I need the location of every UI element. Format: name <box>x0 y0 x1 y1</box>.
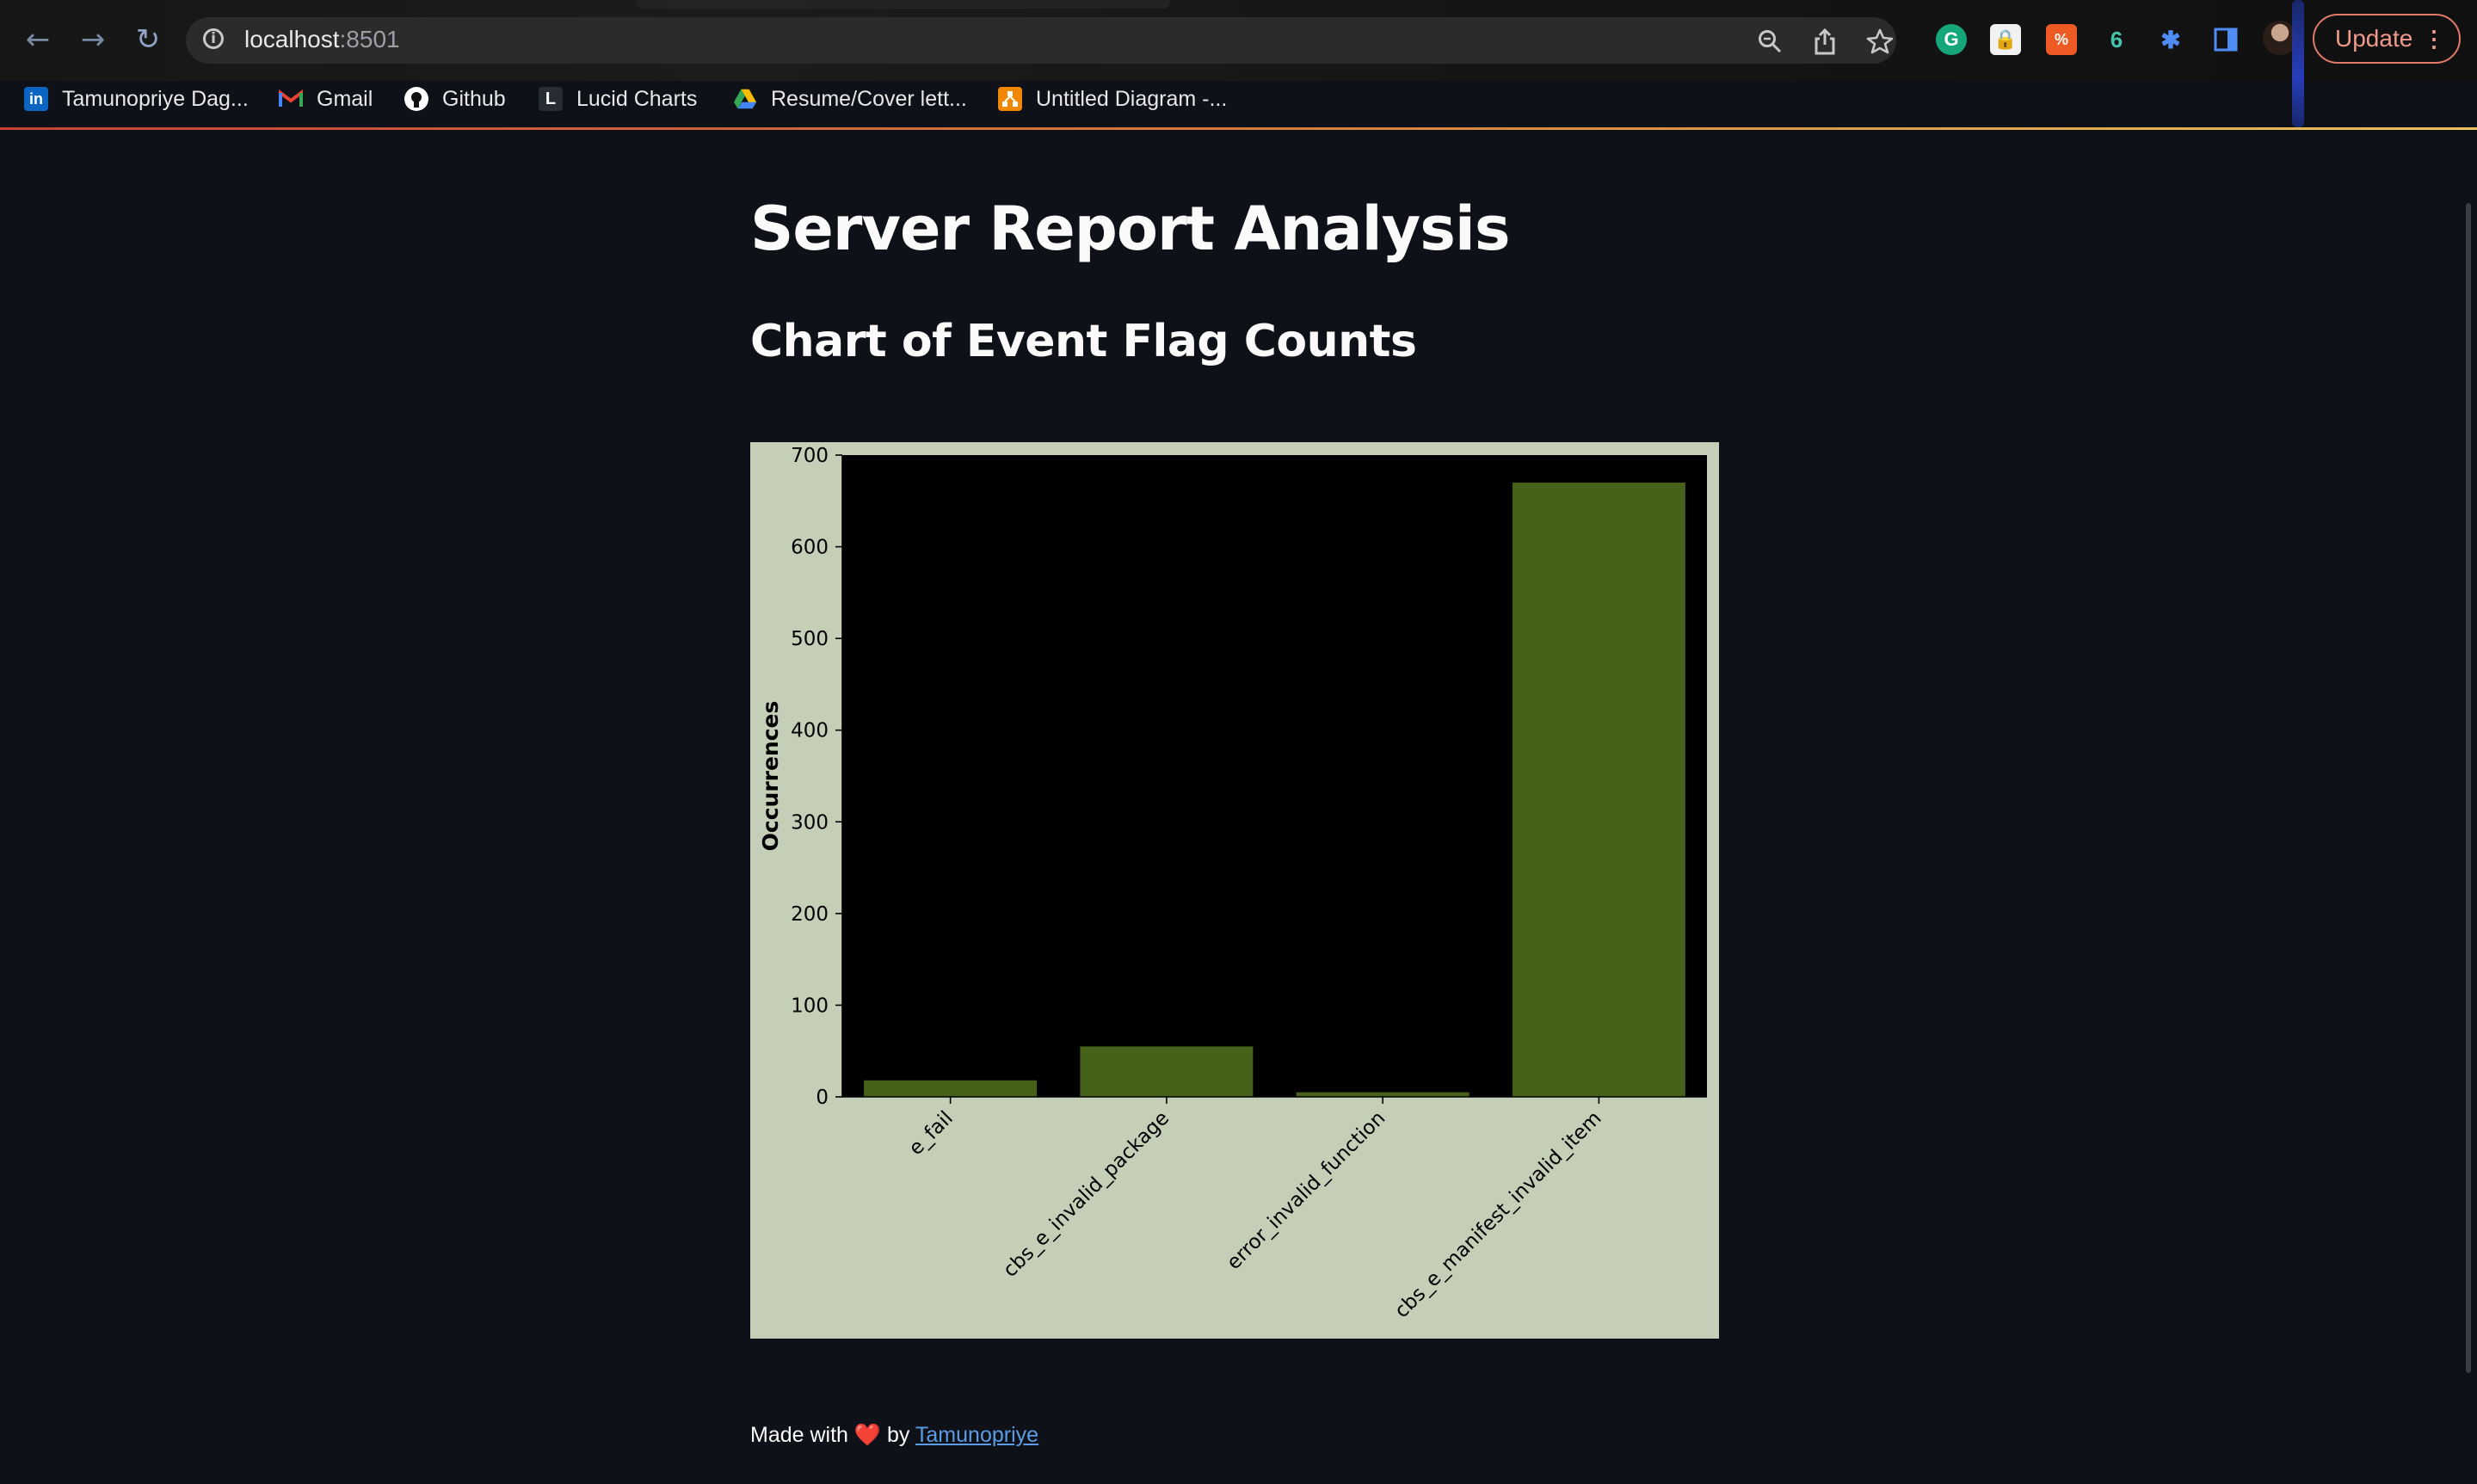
y-tick-label: 300 <box>791 811 829 834</box>
bar-cbs_e_invalid_package <box>1080 1046 1254 1097</box>
translate-extension-icon[interactable]: % <box>2046 24 2077 55</box>
drawio-icon <box>998 87 1022 111</box>
page-scrollbar[interactable] <box>2466 203 2471 1373</box>
footer-prefix: Made with <box>750 1423 848 1447</box>
bookmark-lucid-charts[interactable]: L Lucid Charts <box>539 81 697 117</box>
zoom-icon[interactable] <box>1755 27 1784 56</box>
side-panel-icon[interactable] <box>2210 24 2241 55</box>
page-title: Server Report Analysis <box>750 194 1511 264</box>
y-tick-label: 600 <box>791 537 829 559</box>
bookmark-label: Lucid Charts <box>576 86 698 111</box>
bookmark-label: Gmail <box>317 86 373 111</box>
linkedin-icon: in <box>24 87 48 111</box>
tab-strip <box>637 0 1170 9</box>
y-axis-label: Occurrences <box>758 701 783 852</box>
streamlit-app: Server Report Analysis Chart of Event Fl… <box>0 130 2477 1484</box>
y-tick-label: 500 <box>791 628 829 650</box>
bookmark-untitled-diagram[interactable]: Untitled Diagram -... <box>998 81 1227 117</box>
browser-toolbar: ← → ↻ i localhost:8501 G 🔒 % 6 ✱ Update <box>0 0 2477 81</box>
footer-by: by <box>887 1423 910 1447</box>
openai-extension-icon[interactable]: 6 <box>2101 24 2132 55</box>
author-link[interactable]: Tamunopriye <box>915 1423 1038 1447</box>
bookmark-github[interactable]: Github <box>404 81 506 117</box>
update-button[interactable]: Update ⋮ <box>2313 14 2461 64</box>
bookmark-label: Untitled Diagram -... <box>1036 86 1228 111</box>
bookmark-label: Tamunopriye Dag... <box>62 86 249 111</box>
y-tick-label: 400 <box>791 720 829 742</box>
bar-e_fail <box>864 1080 1038 1097</box>
bar-chart: e_fail cbs_e_invalid_package error_invalid… <box>758 445 1707 1322</box>
x-tick-label: cbs_e_invalid_package <box>999 1107 1174 1282</box>
github-icon <box>404 87 428 111</box>
bookmark-label: Resume/Cover lett... <box>771 86 967 111</box>
bar-cbs_e_manifest_invalid_item <box>1512 482 1685 1097</box>
lock-extension-icon[interactable]: 🔒 <box>1990 24 2021 55</box>
bookmark-star-icon[interactable] <box>1865 27 1895 56</box>
grammarly-icon[interactable]: G <box>1936 24 1967 55</box>
lucid-icon: L <box>539 87 563 111</box>
x-tick-label: cbs_e_manifest_invalid_item <box>1390 1107 1605 1322</box>
x-tick-label: e_fail <box>905 1107 958 1160</box>
forward-arrow-icon[interactable]: → <box>74 21 112 58</box>
bookmark-resume[interactable]: Resume/Cover lett... <box>733 81 967 117</box>
y-tick-label: 200 <box>791 903 829 926</box>
back-arrow-icon[interactable]: ← <box>19 21 57 58</box>
heart-icon: ❤️ <box>853 1423 882 1447</box>
bar-chart-figure: e_fail cbs_e_invalid_package error_invalid… <box>750 442 1719 1339</box>
y-tick-label: 100 <box>791 994 829 1017</box>
x-tick-label: error_invalid_function <box>1223 1107 1389 1274</box>
bookmark-linkedin[interactable]: in Tamunopriye Dag... <box>24 81 249 117</box>
y-tick-label: 700 <box>791 445 829 467</box>
menu-kebab-icon[interactable]: ⋮ <box>2423 26 2445 52</box>
bookmark-label: Github <box>442 86 506 111</box>
reload-icon[interactable]: ↻ <box>129 21 167 58</box>
gmail-icon <box>279 87 303 111</box>
site-info-icon[interactable]: i <box>203 28 224 49</box>
section-heading: Chart of Event Flag Counts <box>750 316 1417 367</box>
google-drive-icon <box>733 87 757 111</box>
y-tick-label: 0 <box>816 1087 829 1109</box>
address-bar[interactable]: i localhost:8501 <box>186 17 1896 64</box>
share-icon[interactable] <box>1810 27 1839 56</box>
bookmarks-bar: in Tamunopriye Dag... Gmail Github L Luc… <box>0 81 2477 127</box>
footer: Made with ❤️ by Tamunopriye <box>750 1423 1038 1448</box>
extensions-puzzle-icon[interactable]: ✱ <box>2155 24 2186 55</box>
browser-window: ← → ↻ i localhost:8501 G 🔒 % 6 ✱ Update <box>0 0 2477 1484</box>
bookmark-gmail[interactable]: Gmail <box>279 81 373 117</box>
url-text[interactable]: localhost:8501 <box>244 26 400 53</box>
